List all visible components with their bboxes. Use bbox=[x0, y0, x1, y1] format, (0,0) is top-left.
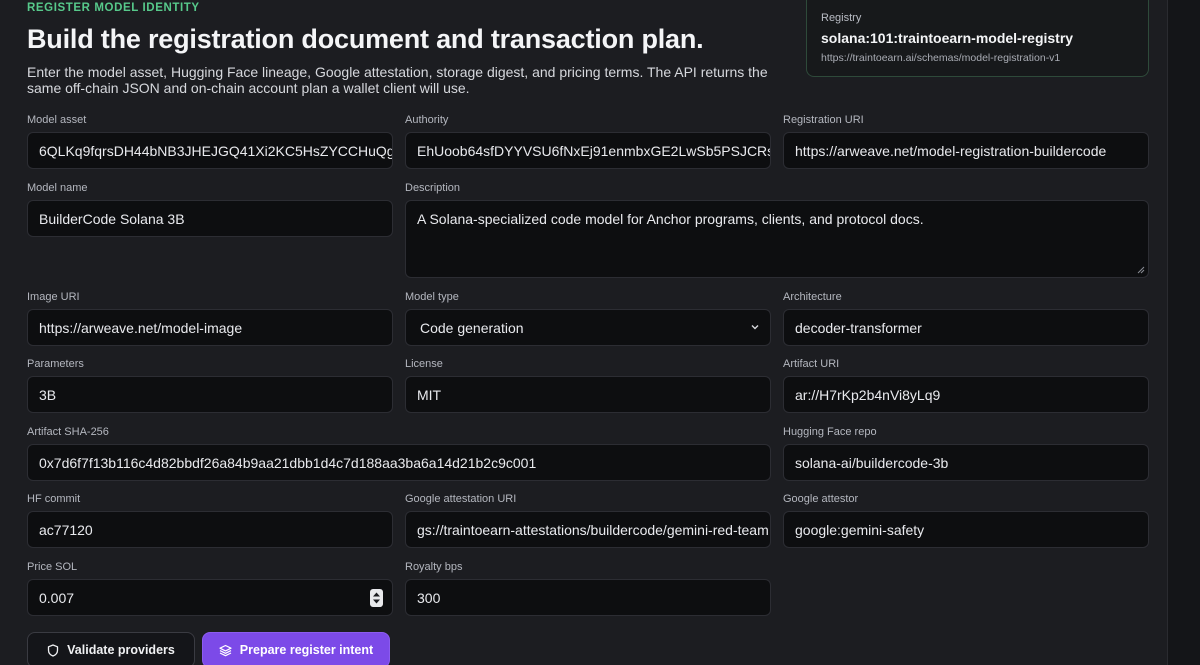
registry-value: solana:101:traintoearn-model-registry bbox=[821, 30, 1074, 46]
description-text: A Solana-specialized code model for Anch… bbox=[417, 211, 924, 227]
artifact-sha-input[interactable]: 0x7d6f7f13b116c4d82bbdf26a84b9aa21dbb1d4… bbox=[27, 444, 771, 481]
model-name-label: Model name bbox=[27, 182, 88, 194]
registration-uri-input[interactable]: https://arweave.net/model-registration-b… bbox=[783, 132, 1149, 169]
model-name-input[interactable]: BuilderCode Solana 3B bbox=[27, 200, 393, 237]
chevron-down-icon bbox=[751, 325, 759, 330]
model-type-value: Code generation bbox=[420, 319, 524, 336]
section-eyebrow: REGISTER MODEL IDENTITY bbox=[27, 2, 200, 14]
page-description: Enter the model asset, Hugging Face line… bbox=[27, 64, 768, 96]
model-asset-label: Model asset bbox=[27, 114, 87, 126]
description-textarea[interactable]: A Solana-specialized code model for Anch… bbox=[405, 200, 1149, 278]
hf-commit-input[interactable]: ac77120 bbox=[27, 511, 393, 548]
hf-repo-label: Hugging Face repo bbox=[783, 426, 877, 438]
registry-card: Registry solana:101:traintoearn-model-re… bbox=[806, 0, 1149, 77]
google-attestor-label: Google attestor bbox=[783, 493, 859, 505]
registry-label: Registry bbox=[821, 12, 862, 24]
license-label: License bbox=[405, 358, 443, 370]
authority-label: Authority bbox=[405, 114, 449, 126]
layers-icon bbox=[219, 644, 232, 656]
google-attestation-uri-label: Google attestation URI bbox=[405, 493, 517, 505]
architecture-label: Architecture bbox=[783, 291, 842, 303]
authority-input[interactable]: EhUoob64sfDYYVSU6fNxEj91enmbxGE2LwSb5PSJ… bbox=[405, 132, 771, 169]
google-attestor-input[interactable]: google:gemini-safety bbox=[783, 511, 1149, 548]
scrollbar-track[interactable] bbox=[1167, 0, 1200, 665]
parameters-label: Parameters bbox=[27, 358, 84, 370]
shield-icon bbox=[48, 643, 59, 657]
artifact-uri-input[interactable]: ar://H7rKp2b4nVi8yLq9 bbox=[783, 376, 1149, 413]
architecture-input[interactable]: decoder-transformer bbox=[783, 309, 1149, 346]
hf-repo-input[interactable]: solana-ai/buildercode-3b bbox=[783, 444, 1149, 481]
validate-providers-label: Validate providers bbox=[67, 643, 175, 657]
registry-schema-url: https://traintoearn.ai/schemas/model-reg… bbox=[821, 52, 1061, 64]
price-sol-input[interactable]: 0.007 bbox=[27, 579, 393, 616]
model-type-label: Model type bbox=[405, 291, 459, 303]
google-attestation-uri-input[interactable]: gs://traintoearn-attestations/buildercod… bbox=[405, 511, 771, 548]
hf-commit-label: HF commit bbox=[27, 493, 81, 505]
validate-providers-button[interactable]: Validate providers bbox=[27, 632, 195, 665]
registration-uri-label: Registration URI bbox=[783, 114, 864, 126]
price-sol-label: Price SOL bbox=[27, 561, 78, 573]
description-label: Description bbox=[405, 182, 461, 194]
registration-panel: REGISTER MODEL IDENTITY Build the regist… bbox=[0, 0, 1167, 665]
resize-grip-icon[interactable] bbox=[1137, 266, 1145, 274]
parameters-input[interactable]: 3B bbox=[27, 376, 393, 413]
page-title: Build the registration document and tran… bbox=[27, 24, 704, 54]
image-uri-label: Image URI bbox=[27, 291, 80, 303]
prepare-register-intent-button[interactable]: Prepare register intent bbox=[202, 632, 390, 665]
royalty-bps-label: Royalty bps bbox=[405, 561, 463, 573]
stepper-arrows-icon bbox=[373, 592, 380, 604]
prepare-register-intent-label: Prepare register intent bbox=[239, 643, 374, 657]
model-asset-input[interactable]: 6QLKq9fqrsDH44bNB3JHEJGQ41Xi2KC5HsZYCCHu… bbox=[27, 132, 393, 169]
royalty-bps-input[interactable]: 300 bbox=[405, 579, 771, 616]
price-sol-value: 0.007 bbox=[39, 589, 75, 606]
artifact-sha-label: Artifact SHA-256 bbox=[27, 426, 109, 438]
number-stepper[interactable] bbox=[370, 589, 383, 607]
image-uri-input[interactable]: https://arweave.net/model-image bbox=[27, 309, 393, 346]
license-input[interactable]: MIT bbox=[405, 376, 771, 413]
artifact-uri-label: Artifact URI bbox=[783, 358, 840, 370]
model-type-select[interactable]: Code generation bbox=[405, 309, 771, 346]
